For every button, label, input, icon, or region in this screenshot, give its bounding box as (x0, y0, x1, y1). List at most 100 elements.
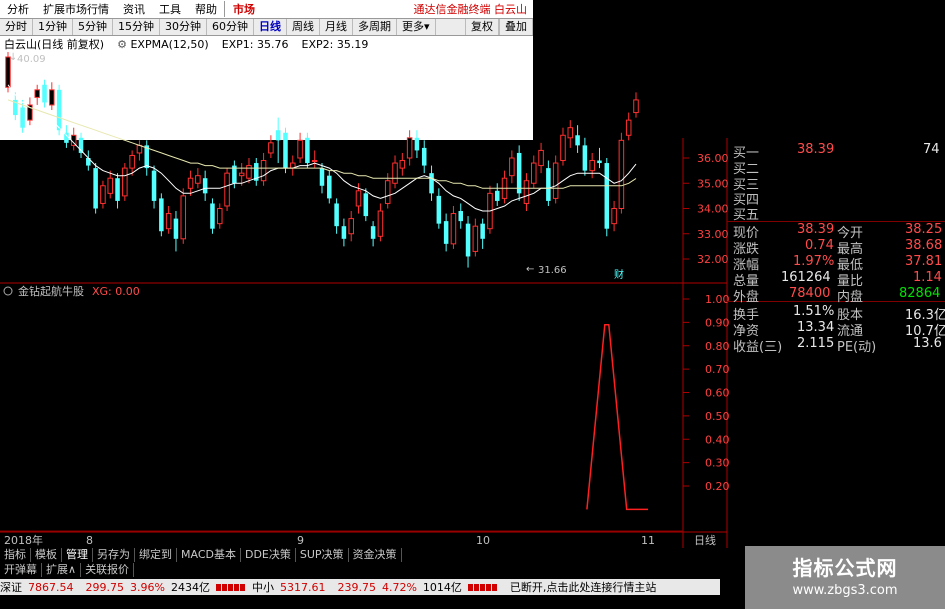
candle-body (49, 89, 55, 106)
chart-grid (0, 138, 728, 548)
candle (436, 188, 442, 229)
low-value: 37.81 (905, 254, 943, 269)
candle-body (560, 134, 566, 162)
candle (224, 168, 230, 212)
candle-body (151, 170, 157, 201)
quote-row-outer: 外盘 78400 内盘 82864 (727, 286, 945, 305)
candle-body (465, 223, 471, 257)
sz-change: 299.75 (85, 580, 125, 594)
candle (618, 132, 625, 214)
indicator-collapse-icon[interactable] (3, 286, 13, 296)
candle-body (582, 145, 588, 171)
zx-change: 239.75 (337, 580, 376, 594)
indicator-pane-title[interactable]: 金钻起航牛股 (18, 284, 84, 298)
volume-value: 161264 (781, 270, 831, 285)
candle (370, 221, 376, 247)
candle-body (589, 160, 595, 172)
tab-dde[interactable]: DDE决策 (241, 548, 296, 562)
change-pct-value: 1.97% (793, 254, 835, 269)
connection-message[interactable]: 已断开,点击此处连接行情主站 (510, 579, 657, 595)
indicator-tick-label: 0.90 (705, 316, 730, 329)
watermark-url: www.zbgs3.com (792, 583, 898, 598)
quote-row-price: 现价 38.39 今开 38.25 (727, 222, 945, 241)
tab-fund[interactable]: 资金决策 (349, 548, 402, 562)
inner-label: 内盘 (837, 290, 864, 305)
candle (443, 213, 449, 252)
candle-body (348, 218, 354, 235)
candle-body (436, 195, 442, 224)
candle-body (93, 168, 98, 209)
candle-body (392, 162, 398, 184)
candle (86, 150, 91, 171)
candle-body (567, 127, 574, 139)
watermark-title: 指标公式网 (792, 556, 898, 580)
candle-body (246, 165, 252, 179)
tab-template[interactable]: 模板 (31, 548, 62, 562)
candle (509, 150, 515, 184)
eps-label: 收益(三) (733, 340, 783, 355)
candle-body (611, 208, 617, 225)
candle (254, 158, 259, 186)
candle (319, 163, 325, 194)
indicator-tick-label: 0.80 (705, 340, 730, 353)
extend-toggle[interactable]: 扩展∧ (42, 563, 82, 577)
candle-body (297, 139, 303, 159)
candle (341, 218, 347, 247)
candle (472, 218, 479, 257)
sz-index[interactable]: 深证 7867.54 (0, 579, 80, 595)
candle (552, 155, 559, 204)
candle-body (633, 99, 639, 114)
candle-body (319, 168, 325, 186)
candle-body (173, 218, 179, 239)
bid5-label: 买五 (733, 208, 760, 223)
candle (531, 155, 537, 189)
quote-row-volume: 总量 161264 量比 1.14 (727, 270, 945, 289)
watermark-logo: 指标公式网 www.zbgs3.com (745, 546, 945, 609)
candle (414, 130, 420, 158)
quote-row-turnover: 换手 1.51% 股本 16.3亿 (727, 304, 945, 323)
danmaku-toggle[interactable]: 开弹幕 (0, 563, 42, 577)
tab-save-as[interactable]: 另存为 (93, 548, 135, 562)
candle (480, 218, 485, 249)
candle-body (42, 84, 47, 103)
outer-label: 外盘 (733, 290, 760, 305)
xaxis-label-year: 2018年 (4, 533, 43, 547)
candle-body (56, 89, 62, 131)
candle-body (546, 168, 551, 201)
related-quote-button[interactable]: 关联报价 (81, 563, 135, 577)
candle (34, 84, 40, 105)
candle (290, 155, 296, 176)
candle (93, 163, 98, 214)
tab-sup[interactable]: SUP决策 (296, 548, 349, 562)
xaxis-label-nov: 11 (641, 534, 655, 547)
status-bar: 深证 7867.54 299.75 3.96% 2434亿 中小 5317.61 2… (0, 579, 720, 595)
candle-body (494, 190, 500, 201)
tab-bind-to[interactable]: 绑定到 (135, 548, 177, 562)
zx-strength-bar (467, 583, 498, 591)
tab-manage[interactable]: 管理 (62, 548, 93, 562)
candle-body (384, 180, 391, 204)
candle (421, 140, 427, 174)
candle (180, 188, 187, 244)
quote-panel: 买一 38.39 74 买二 买三 买四 买五 现价 38.39 今开 38.2… (727, 138, 945, 355)
finance-badge[interactable]: 财 (614, 268, 624, 281)
candle (575, 125, 580, 153)
tab-macd[interactable]: MACD基本 (177, 548, 241, 562)
candle-body (341, 226, 347, 239)
candle-body (210, 203, 215, 229)
candle-body (20, 107, 25, 128)
pe-label: PE(动) (837, 340, 877, 355)
candle-body (122, 167, 128, 197)
tab-indicator[interactable]: 指标 (0, 548, 31, 562)
candle-body (516, 152, 522, 194)
candle (283, 127, 288, 174)
indicator-tick-label: 0.20 (705, 480, 730, 493)
candle-body (136, 144, 143, 154)
candle (458, 203, 464, 229)
zx-index[interactable]: 中小 5317.61 (252, 579, 332, 595)
candle-body (238, 172, 245, 177)
candle (327, 170, 332, 204)
candle (297, 132, 303, 164)
period-label[interactable]: 日线 (694, 533, 716, 547)
candle (136, 140, 143, 161)
